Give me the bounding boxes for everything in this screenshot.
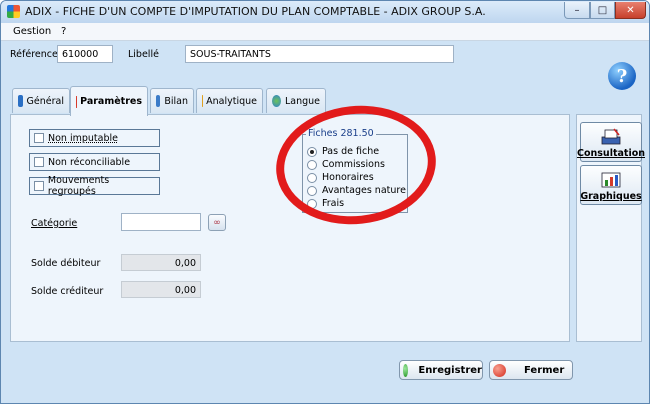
radio-label: Avantages nature: [322, 185, 406, 196]
radio-button: [307, 185, 317, 196]
consultation-icon: [601, 128, 621, 145]
app-logo-icon: [7, 5, 20, 18]
tab-langue-label: Langue: [284, 95, 320, 107]
parametres-panel: [10, 114, 570, 342]
maximize-button[interactable]: □: [590, 2, 615, 19]
categorie-input[interactable]: [121, 213, 201, 231]
close-status-icon: [493, 363, 506, 377]
radio-button-selected: [307, 146, 317, 157]
menu-bar: Gestion ?: [1, 23, 649, 41]
reference-input[interactable]: 610000: [57, 45, 113, 63]
tab-langue[interactable]: Langue: [266, 88, 326, 113]
consultation-button[interactable]: Consultation: [577, 122, 645, 162]
radio-button: [307, 198, 317, 209]
solde-crediteur-value: 0,00: [121, 281, 201, 298]
checkbox-square: [34, 157, 44, 167]
mouvements-regroupes-label: Mouvements regroupés: [47, 175, 110, 197]
tab-bilan-label: Bilan: [164, 95, 188, 107]
checkbox-square: [34, 133, 44, 143]
fiches-group-title: Fiches 281.50: [306, 128, 376, 139]
consultation-label: Consultation: [577, 148, 645, 159]
close-window-button[interactable]: ✕: [615, 2, 646, 19]
categorie-picker-button[interactable]: ∞: [208, 214, 226, 231]
window-title: ADIX - FICHE D'UN COMPTE D'IMPUTATION DU…: [25, 5, 486, 18]
enregistrer-label: Enregistrer: [418, 364, 482, 376]
tab-general-label: Général: [26, 95, 64, 107]
menu-gestion[interactable]: Gestion: [13, 26, 51, 37]
fermer-button[interactable]: Fermer: [489, 360, 573, 380]
graphiques-button[interactable]: Graphiques: [580, 165, 642, 205]
general-tab-icon: [18, 95, 23, 107]
tab-parametres[interactable]: Paramètres: [70, 86, 148, 116]
categorie-label: Catégorie: [31, 218, 78, 229]
tab-bilan[interactable]: Bilan: [150, 88, 194, 113]
tab-general[interactable]: Général: [12, 88, 70, 113]
radio-pas-de-fiche[interactable]: Pas de fiche: [307, 146, 379, 157]
fermer-label: Fermer: [524, 364, 565, 376]
radio-label: Frais: [322, 198, 345, 209]
title-bar[interactable]: ADIX - FICHE D'UN COMPTE D'IMPUTATION DU…: [1, 1, 649, 23]
reference-label: Référence: [10, 49, 58, 60]
radio-button: [307, 159, 317, 170]
libelle-label: Libellé: [128, 49, 159, 60]
radio-label: Honoraires: [322, 172, 374, 183]
tab-parametres-label: Paramètres: [80, 96, 142, 107]
radio-frais[interactable]: Frais: [307, 198, 344, 209]
non-imputable-checkbox[interactable]: Non imputable: [29, 129, 160, 147]
menu-help[interactable]: ?: [61, 26, 66, 37]
globe-icon: [272, 95, 281, 107]
save-status-icon: [403, 363, 409, 377]
radio-button: [307, 172, 317, 183]
help-icon[interactable]: ?: [608, 62, 636, 90]
non-reconciliable-label: Non réconciliable: [48, 156, 131, 168]
solde-debiteur-value: 0,00: [121, 254, 201, 271]
bilan-tab-icon: [156, 95, 161, 107]
solde-debiteur-label: Solde débiteur: [31, 258, 101, 269]
radio-label: Commissions: [322, 159, 385, 170]
enregistrer-button[interactable]: Enregistrer: [399, 360, 483, 380]
non-reconciliable-checkbox[interactable]: Non réconciliable: [29, 153, 160, 171]
chart-icon: [601, 172, 621, 188]
checkbox-square: [34, 181, 44, 191]
minimize-button[interactable]: –: [564, 2, 590, 19]
radio-commissions[interactable]: Commissions: [307, 159, 385, 170]
tab-analytique-label: Analytique: [206, 95, 257, 107]
link-icon: ∞: [213, 217, 221, 228]
tab-analytique[interactable]: Analytique: [196, 88, 263, 113]
solde-crediteur-label: Solde créditeur: [31, 286, 104, 297]
mouvements-regroupes-checkbox[interactable]: Mouvements regroupés: [29, 175, 160, 197]
graphiques-label: Graphiques: [580, 191, 642, 202]
libelle-input[interactable]: SOUS-TRAITANTS: [185, 45, 454, 63]
radio-label: Pas de fiche: [322, 146, 380, 157]
radio-avantages-nature[interactable]: Avantages nature: [307, 185, 406, 196]
non-imputable-label: Non imputable: [48, 132, 118, 144]
radio-honoraires[interactable]: Honoraires: [307, 172, 374, 183]
